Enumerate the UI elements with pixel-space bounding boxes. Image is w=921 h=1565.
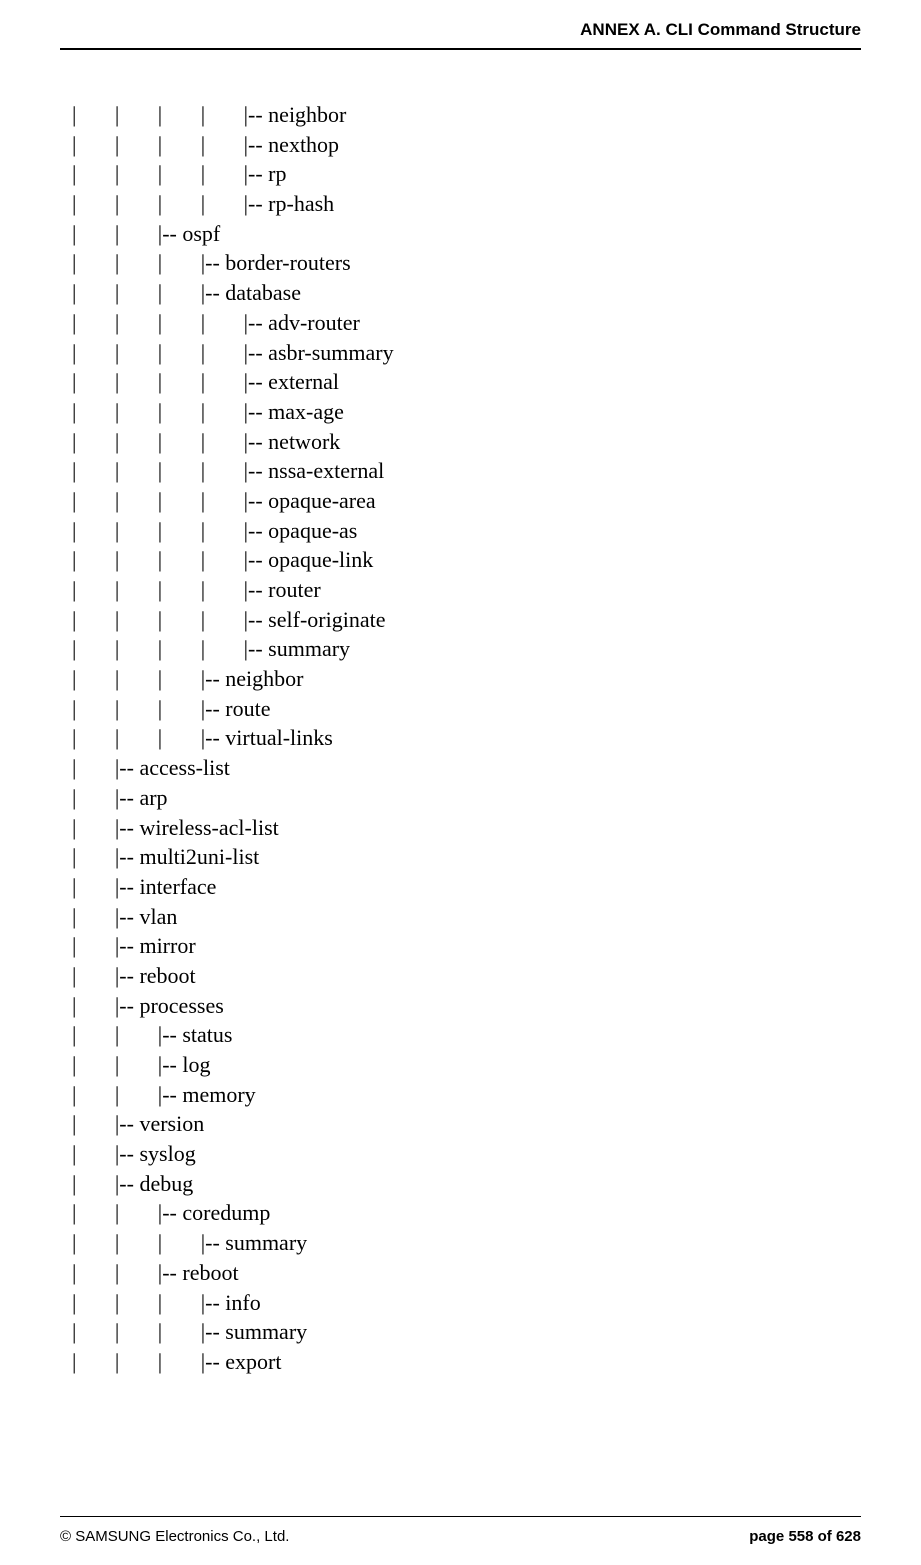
cli-tree-line: | |-- interface — [72, 872, 861, 902]
cli-tree-line: | | | |-- neighbor — [72, 664, 861, 694]
cli-tree-line: | |-- debug — [72, 1169, 861, 1199]
cli-tree-line: | |-- syslog — [72, 1139, 861, 1169]
cli-tree-line: | |-- processes — [72, 991, 861, 1021]
cli-tree-line: | | | | |-- external — [72, 367, 861, 397]
cli-tree-line: | | |-- coredump — [72, 1198, 861, 1228]
cli-tree-line: | | | |-- summary — [72, 1317, 861, 1347]
cli-tree-line: | | | | |-- adv-router — [72, 308, 861, 338]
header-title: ANNEX A. CLI Command Structure — [580, 20, 861, 39]
cli-tree-content: | | | | |-- neighbor| | | | |-- nexthop|… — [72, 100, 861, 1377]
page-header: ANNEX A. CLI Command Structure — [0, 20, 861, 40]
cli-tree-line: | | | |-- info — [72, 1288, 861, 1318]
cli-tree-line: | |-- mirror — [72, 931, 861, 961]
cli-tree-line: | | | | |-- asbr-summary — [72, 338, 861, 368]
cli-tree-line: | | | | |-- self-originate — [72, 605, 861, 635]
cli-tree-line: | | | |-- border-routers — [72, 248, 861, 278]
cli-tree-line: | | | |-- route — [72, 694, 861, 724]
cli-tree-line: | |-- version — [72, 1109, 861, 1139]
cli-tree-line: | | | | |-- nssa-external — [72, 456, 861, 486]
footer-rule — [60, 1516, 861, 1517]
cli-tree-line: | |-- access-list — [72, 753, 861, 783]
page-footer: © SAMSUNG Electronics Co., Ltd. page 558… — [60, 1528, 861, 1545]
cli-tree-line: | | | | |-- rp — [72, 159, 861, 189]
cli-tree-line: | |-- multi2uni-list — [72, 842, 861, 872]
cli-tree-line: | | | | |-- rp-hash — [72, 189, 861, 219]
cli-tree-line: | | | | |-- opaque-as — [72, 516, 861, 546]
cli-tree-line: | |-- arp — [72, 783, 861, 813]
cli-tree-line: | | | | |-- summary — [72, 634, 861, 664]
cli-tree-line: | | | |-- summary — [72, 1228, 861, 1258]
cli-tree-line: | | |-- reboot — [72, 1258, 861, 1288]
cli-tree-line: | | | |-- virtual-links — [72, 723, 861, 753]
cli-tree-line: | | | | |-- opaque-area — [72, 486, 861, 516]
cli-tree-line: | | | | |-- nexthop — [72, 130, 861, 160]
cli-tree-line: | |-- vlan — [72, 902, 861, 932]
cli-tree-line: | | | | |-- opaque-link — [72, 545, 861, 575]
cli-tree-line: | | | | |-- network — [72, 427, 861, 457]
cli-tree-line: | | |-- memory — [72, 1080, 861, 1110]
cli-tree-line: | | |-- status — [72, 1020, 861, 1050]
cli-tree-line: | |-- reboot — [72, 961, 861, 991]
cli-tree-line: | | | |-- export — [72, 1347, 861, 1377]
cli-tree-line: | | | | |-- max-age — [72, 397, 861, 427]
cli-tree-line: | | |-- log — [72, 1050, 861, 1080]
page: ANNEX A. CLI Command Structure | | | | |… — [0, 0, 921, 1565]
footer-copyright: © SAMSUNG Electronics Co., Ltd. — [60, 1528, 289, 1545]
cli-tree-line: | | | | |-- router — [72, 575, 861, 605]
cli-tree-line: | | |-- ospf — [72, 219, 861, 249]
header-rule — [60, 48, 861, 50]
footer-page-number: page 558 of 628 — [749, 1528, 861, 1545]
cli-tree-line: | |-- wireless-acl-list — [72, 813, 861, 843]
cli-tree-line: | | | |-- database — [72, 278, 861, 308]
cli-tree-line: | | | | |-- neighbor — [72, 100, 861, 130]
